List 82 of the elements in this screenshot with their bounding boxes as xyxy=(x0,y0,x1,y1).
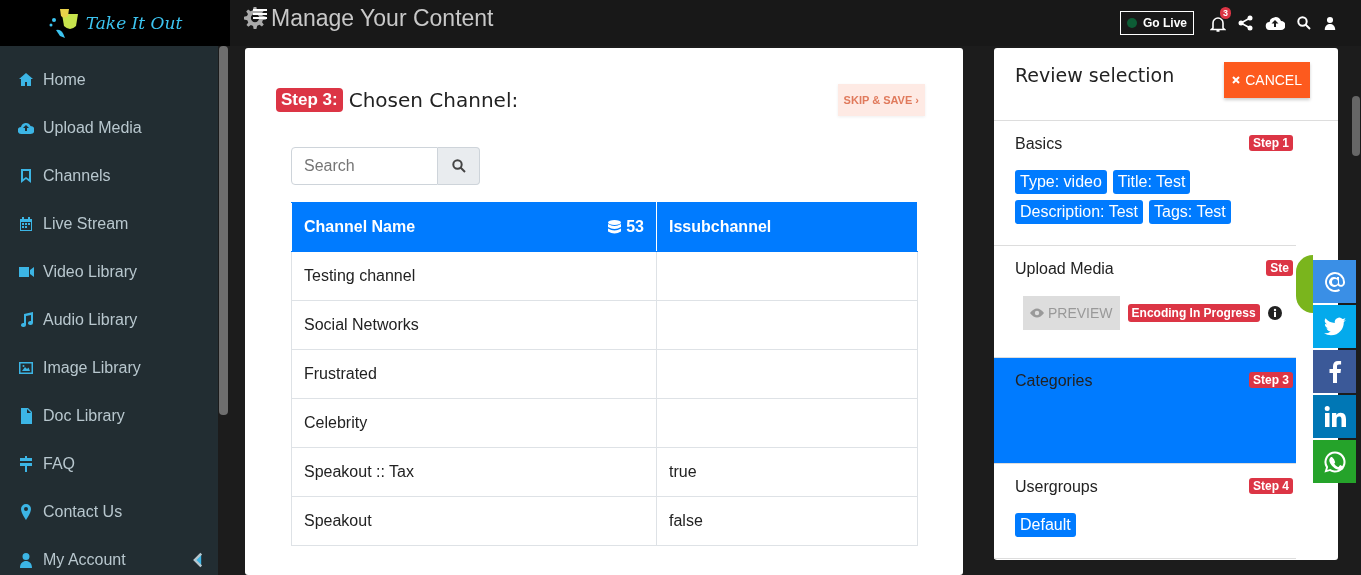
search-button[interactable] xyxy=(438,147,480,185)
sidebar-item[interactable]: Upload Media xyxy=(0,104,218,152)
notification-count: 3 xyxy=(1220,6,1231,19)
sidebar-icon xyxy=(18,312,34,328)
user-icon[interactable] xyxy=(1323,16,1337,30)
sidebar-icon xyxy=(18,72,34,88)
status-badge: Encoding In Progress xyxy=(1127,304,1260,322)
section-title: Usergroups xyxy=(1015,478,1098,496)
review-section[interactable]: Categories Step 3 xyxy=(994,358,1296,464)
sidebar-item[interactable]: Channels xyxy=(0,152,218,200)
sidebar-item[interactable]: My Account xyxy=(0,536,218,575)
sidebar-icon xyxy=(18,456,34,472)
whatsapp-share-button[interactable] xyxy=(1313,440,1356,483)
menu-icon[interactable] xyxy=(253,8,267,20)
at-sign-icon xyxy=(1322,269,1347,294)
selection-tag: Tags: Test xyxy=(1149,200,1231,224)
table-cell: Speakout xyxy=(291,496,657,546)
section-title: Categories xyxy=(1015,372,1093,390)
sidebar-icon xyxy=(18,264,34,280)
sidebar-icon xyxy=(18,360,34,376)
close-icon xyxy=(1232,76,1241,84)
phone-bubble-icon xyxy=(1322,449,1347,474)
column-header[interactable]: Channel Name 53 xyxy=(291,202,657,252)
selection-tag: Default xyxy=(1015,513,1076,537)
in-logo-icon xyxy=(1322,404,1347,429)
eye-icon xyxy=(1030,308,1044,318)
search-field[interactable]: Search xyxy=(291,147,438,185)
sidebar-icon xyxy=(18,552,34,568)
selection-tag: Description: Test xyxy=(1015,200,1143,224)
sidebar-icon xyxy=(18,216,34,232)
review-section[interactable]: Upload Media Ste PREVIEW Encoding In Progress xyxy=(994,246,1296,358)
column-title: Channel Name xyxy=(304,218,416,236)
sidebar-item[interactable]: Contact Us xyxy=(0,488,218,536)
column-header[interactable]: Issubchannel xyxy=(656,202,918,252)
section-title: Basics xyxy=(1015,135,1063,153)
step-badge: Step 3 xyxy=(1249,372,1293,388)
review-section[interactable]: Basics Step 1 Type: video Title: Test Description: Test Tags: Test xyxy=(994,121,1296,246)
table-cell: true xyxy=(656,447,918,497)
sidebar-item[interactable]: Live Stream xyxy=(0,200,218,248)
table-cell: Social Networks xyxy=(291,300,657,350)
email-share-button[interactable] xyxy=(1313,260,1356,303)
info-icon[interactable] xyxy=(1267,306,1282,320)
database-icon xyxy=(608,219,622,235)
section-title: Upload Media xyxy=(1015,260,1114,278)
panel-title: Review selection xyxy=(1015,64,1175,86)
column-title: Issubchannel xyxy=(669,218,772,236)
sidebar-icon xyxy=(18,168,34,184)
scrollbar-thumb[interactable] xyxy=(1352,96,1360,156)
search-icon[interactable] xyxy=(1297,16,1311,30)
cloud-upload-icon[interactable] xyxy=(1265,16,1285,30)
step-badge: Step 3: xyxy=(276,88,343,112)
step-badge: Step 4 xyxy=(1249,478,1293,494)
table-cell: Speakout :: Tax xyxy=(291,447,657,497)
sidebar-item[interactable]: Image Library xyxy=(0,344,218,392)
sidebar-item[interactable]: Audio Library xyxy=(0,296,218,344)
table-cell: Testing channel xyxy=(291,251,657,301)
scrollbar-thumb[interactable] xyxy=(219,46,228,415)
channel-count: 53 xyxy=(608,218,644,236)
step-badge: Step 1 xyxy=(1249,135,1293,151)
logo-text[interactable]: Take It Out xyxy=(85,13,183,33)
sidebar-icon xyxy=(18,408,34,424)
sidebar-item[interactable]: Home xyxy=(0,56,218,104)
sidebar-icon xyxy=(18,120,34,136)
share-icon[interactable] xyxy=(1238,15,1253,31)
sidebar-item[interactable]: Video Library xyxy=(0,248,218,296)
sidebar-item[interactable]: FAQ xyxy=(0,440,218,488)
sidebar-icon xyxy=(18,504,34,520)
table-cell: false xyxy=(656,496,918,546)
bell-icon[interactable] xyxy=(1210,14,1226,32)
table-cell: Frustrated xyxy=(291,349,657,399)
linkedin-share-button[interactable] xyxy=(1313,395,1356,438)
selection-tag: Title: Test xyxy=(1112,170,1191,194)
sidebar-item[interactable]: Doc Library xyxy=(0,392,218,440)
review-section[interactable]: Usergroups Step 4 Default xyxy=(994,464,1296,559)
search-icon xyxy=(451,159,466,173)
step-title: Chosen Channel: xyxy=(348,88,519,112)
page-title: Manage Your Content xyxy=(271,4,494,32)
table-cell: Celebrity xyxy=(291,398,657,448)
go-live-button[interactable]: Go Live xyxy=(1120,11,1194,35)
step-badge: Ste xyxy=(1266,260,1293,276)
selection-tag: Type: video xyxy=(1015,170,1107,194)
facebook-share-button[interactable] xyxy=(1313,350,1356,393)
